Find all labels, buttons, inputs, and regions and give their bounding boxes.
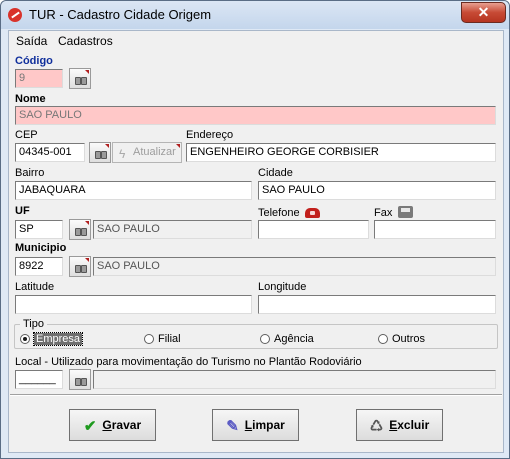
- cep-value: 04345-001: [19, 146, 72, 158]
- tipo-option-agencia: Agência: [274, 333, 314, 345]
- codigo-value: 9: [19, 72, 26, 84]
- eraser-icon: ✎: [226, 418, 239, 435]
- municipio-value: 8922: [19, 260, 44, 272]
- tipo-option-filial: Filial: [158, 333, 181, 345]
- codigo-label: Código: [15, 55, 53, 67]
- telefone-label: Telefone: [258, 207, 300, 219]
- endereco-label: Endereço: [186, 129, 234, 141]
- atualizar-button[interactable]: ϟ Atualizar: [112, 142, 182, 163]
- municipio-search-button[interactable]: [69, 256, 91, 277]
- bairro-label: Bairro: [15, 167, 45, 179]
- tipo-radio-filial[interactable]: Filial: [144, 333, 181, 345]
- cep-label: CEP: [15, 129, 38, 141]
- radio-icon: [144, 334, 154, 344]
- local-field[interactable]: ______: [15, 370, 63, 389]
- tipo-groupbox: [14, 324, 498, 349]
- limpar-button[interactable]: ✎ Limpar: [212, 409, 299, 441]
- dropdown-marker-icon: [85, 258, 89, 262]
- tipo-radio-outros[interactable]: Outros: [378, 333, 425, 345]
- close-button[interactable]: ✕: [461, 2, 506, 23]
- menu-bar: Saída Cadastros: [9, 31, 503, 51]
- uf-value: SP: [19, 223, 34, 235]
- uf-search-button[interactable]: [69, 219, 91, 240]
- local-value: ______: [19, 373, 56, 385]
- telefone-field[interactable]: [258, 220, 369, 239]
- latitude-field[interactable]: [15, 295, 252, 314]
- gravar-button[interactable]: ✔ Gravar: [69, 409, 156, 441]
- trash-icon: ♺: [369, 418, 384, 435]
- lightning-icon: ϟ: [119, 147, 126, 161]
- endereco-value: ENGENHEIRO GEORGE CORBISIER: [190, 146, 379, 158]
- menu-cadastros[interactable]: Cadastros: [58, 34, 113, 48]
- limpar-label: impar: [252, 418, 285, 432]
- gravar-mnemonic: G: [102, 418, 112, 432]
- tipo-option-outros: Outros: [392, 333, 426, 345]
- cep-field[interactable]: 04345-001: [15, 143, 85, 162]
- title-bar[interactable]: TUR - Cadastro Cidade Origem ✕: [1, 1, 509, 29]
- codigo-field[interactable]: 9: [15, 69, 63, 88]
- uf-field[interactable]: SP: [15, 220, 63, 239]
- excluir-label: xcluir: [397, 418, 430, 432]
- dropdown-marker-icon: [176, 144, 180, 148]
- separator: [10, 394, 502, 396]
- radio-selected-icon: [20, 334, 30, 344]
- limpar-mnemonic: L: [244, 418, 253, 432]
- telephone-icon: [305, 208, 320, 218]
- form-area: Saída Cadastros Código 9 Nome SAO PAULO …: [8, 30, 504, 453]
- cidade-value: SAO PAULO: [262, 184, 325, 196]
- tipo-label: Tipo: [20, 318, 47, 330]
- longitude-label: Longitude: [258, 281, 307, 293]
- tipo-radio-empresa[interactable]: Empresa: [20, 332, 84, 346]
- cidade-field[interactable]: SAO PAULO: [258, 181, 496, 200]
- codigo-search-button[interactable]: [69, 68, 91, 89]
- cidade-label: Cidade: [258, 167, 293, 179]
- municipio-field[interactable]: 8922: [15, 257, 63, 276]
- fax-icon: [398, 206, 413, 218]
- local-name-field: [93, 370, 496, 389]
- radio-icon: [260, 334, 270, 344]
- nome-label: Nome: [15, 93, 46, 105]
- tipo-radio-agencia[interactable]: Agência: [260, 333, 314, 345]
- cep-search-button[interactable]: [89, 142, 111, 163]
- uf-label: UF: [15, 205, 30, 217]
- fax-label: Fax: [374, 207, 393, 219]
- app-icon: [8, 8, 22, 22]
- endereco-field[interactable]: ENGENHEIRO GEORGE CORBISIER: [186, 143, 496, 162]
- municipio-name-field: SAO PAULO: [93, 257, 496, 276]
- uf-name-value: SAO PAULO: [97, 223, 160, 235]
- uf-name-field: SAO PAULO: [93, 220, 252, 239]
- latitude-label: Latitude: [15, 281, 55, 293]
- municipio-name-value: SAO PAULO: [97, 260, 160, 272]
- window-title: TUR - Cadastro Cidade Origem: [29, 7, 212, 22]
- menu-saida[interactable]: Saída: [16, 34, 47, 48]
- atualizar-label: Atualizar: [133, 146, 176, 158]
- bairro-value: JABAQUARA: [19, 184, 86, 196]
- main-window: TUR - Cadastro Cidade Origem ✕ Saída Cad…: [0, 0, 510, 459]
- excluir-button[interactable]: ♺ Excluir: [356, 409, 443, 441]
- dropdown-marker-icon: [85, 70, 89, 74]
- dropdown-marker-icon: [105, 144, 109, 148]
- longitude-field[interactable]: [258, 295, 496, 314]
- tipo-option-empresa: Empresa: [32, 332, 84, 346]
- radio-icon: [378, 334, 388, 344]
- gravar-label: ravar: [111, 418, 142, 432]
- bairro-field[interactable]: JABAQUARA: [15, 181, 252, 200]
- nome-field[interactable]: SAO PAULO: [15, 106, 496, 125]
- nome-value: SAO PAULO: [19, 109, 82, 121]
- local-label: Local - Utilizado para movimentação do T…: [15, 356, 362, 368]
- local-search-button[interactable]: [69, 369, 91, 390]
- fax-field[interactable]: [374, 220, 496, 239]
- municipio-label: Municipio: [15, 242, 67, 254]
- check-icon: ✔: [83, 418, 97, 435]
- dropdown-marker-icon: [85, 221, 89, 225]
